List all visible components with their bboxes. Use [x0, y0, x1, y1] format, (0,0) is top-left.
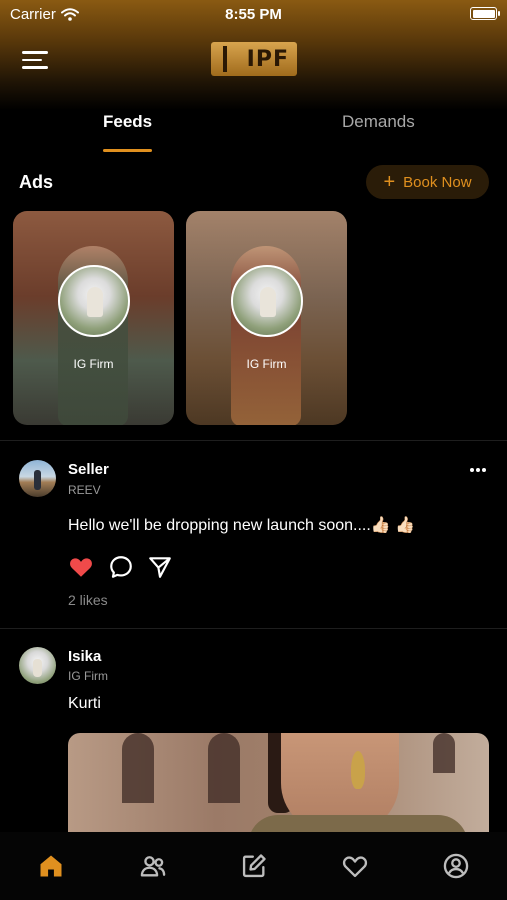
- logo-text: IPF: [246, 46, 289, 72]
- comment-bubble-icon[interactable]: [108, 554, 134, 580]
- post-divider: [0, 628, 507, 629]
- post-text: Kurti: [68, 695, 101, 712]
- active-tab-indicator: [103, 149, 152, 152]
- edit-icon[interactable]: [240, 852, 268, 880]
- post-author-name[interactable]: Seller: [68, 461, 109, 478]
- users-icon[interactable]: [139, 852, 167, 880]
- status-time: 8:55 PM: [225, 6, 282, 23]
- likes-count[interactable]: 2 likes: [68, 592, 108, 608]
- book-now-label: Book Now: [403, 173, 472, 191]
- send-icon[interactable]: [147, 554, 173, 580]
- tab-demands[interactable]: Demands: [342, 112, 415, 132]
- plus-icon: +: [383, 171, 396, 193]
- home-icon[interactable]: [37, 852, 65, 880]
- post-author-subtitle: IG Firm: [68, 669, 108, 683]
- post-text: Hello we'll be dropping new launch soon.…: [68, 517, 416, 534]
- heart-icon[interactable]: [68, 554, 94, 580]
- ad-card[interactable]: IG Firm: [186, 211, 347, 425]
- avatar[interactable]: [19, 647, 56, 684]
- more-horizontal-icon[interactable]: [468, 465, 488, 475]
- ad-card[interactable]: IG Firm: [13, 211, 174, 425]
- status-bar: Carrier 8:55 PM: [0, 0, 507, 28]
- ad-label: IG Firm: [246, 357, 287, 371]
- app-logo: IPF: [211, 42, 297, 76]
- ads-section-title: Ads: [19, 172, 54, 192]
- post-image[interactable]: [68, 733, 489, 833]
- avatar[interactable]: [19, 460, 56, 497]
- hamburger-menu-icon[interactable]: [22, 50, 48, 70]
- ad-avatar: [58, 265, 130, 337]
- ad-label: IG Firm: [73, 357, 114, 371]
- bottom-tab-bar: [0, 832, 507, 900]
- post-author-subtitle: REEV: [68, 483, 101, 497]
- tab-feeds[interactable]: Feeds: [103, 112, 152, 132]
- section-divider: [0, 440, 507, 441]
- battery-icon: [470, 7, 500, 20]
- feed-tabs: Feeds Demands: [0, 108, 507, 154]
- profile-icon[interactable]: [442, 852, 470, 880]
- post-author-name[interactable]: Isika: [68, 648, 101, 665]
- book-now-button[interactable]: + Book Now: [366, 165, 489, 199]
- heart-icon[interactable]: [341, 852, 369, 880]
- ad-avatar: [231, 265, 303, 337]
